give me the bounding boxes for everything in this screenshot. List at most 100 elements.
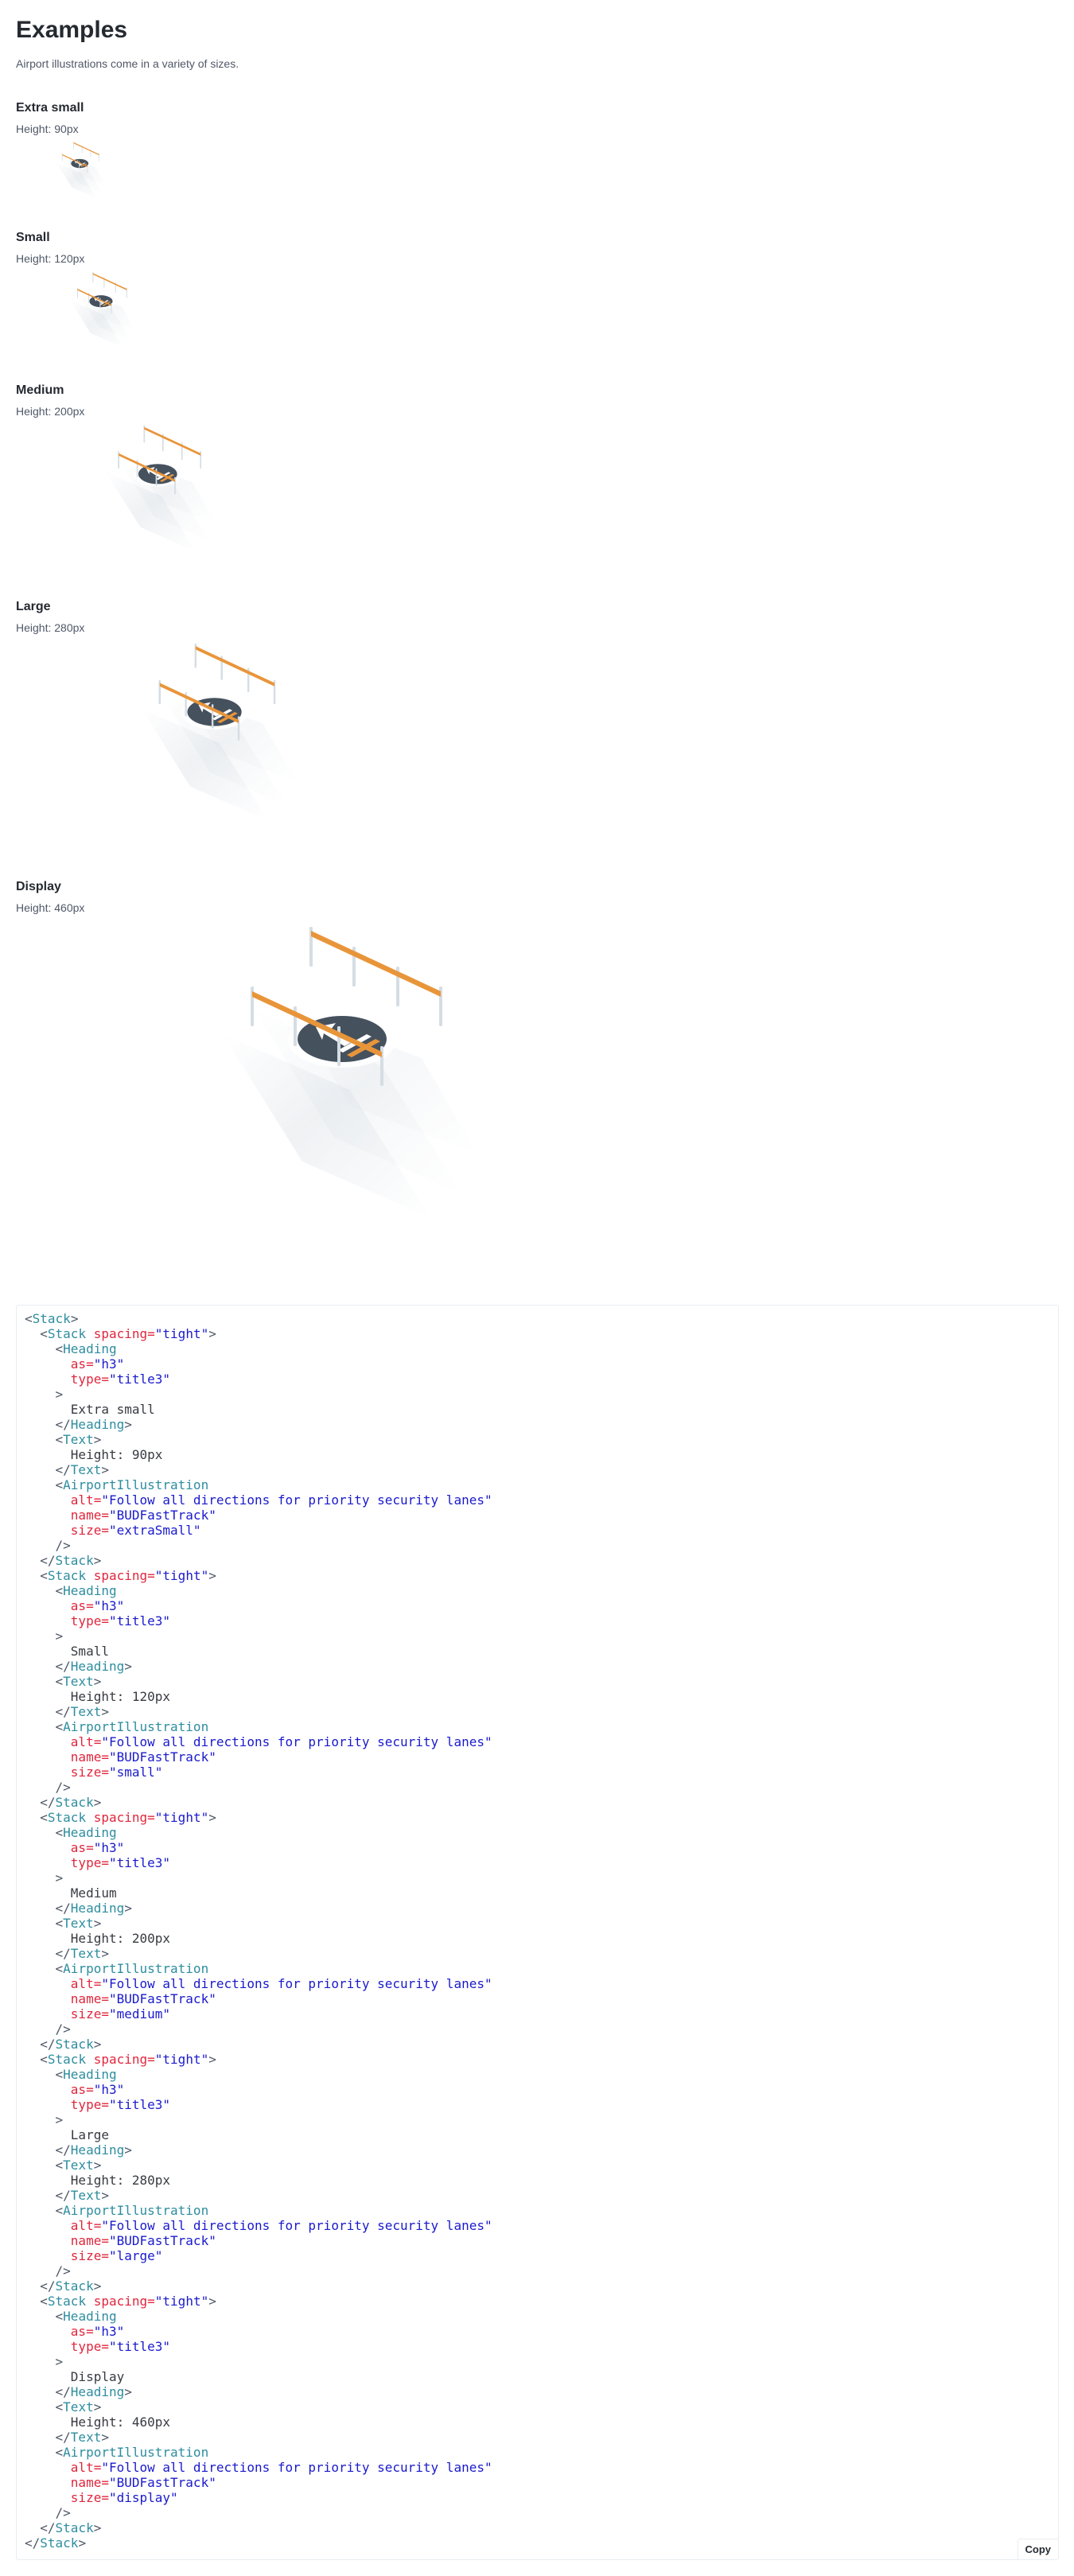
code-token-punc: </ <box>25 1417 71 1432</box>
code-token-punc: > <box>208 1568 216 1583</box>
code-line: <Heading <box>25 2067 117 2082</box>
code-line: as="h3" <box>25 2324 124 2339</box>
code-token-str: "Follow all directions for priority secu… <box>101 2460 492 2475</box>
code-token-attr: alt= <box>25 1492 102 1508</box>
code-token-punc: </ <box>25 2384 71 2399</box>
code-token-punc: > <box>101 1704 109 1719</box>
example-height-display: Height: 460px <box>16 901 85 914</box>
airport-illustration-extra-small <box>16 139 159 211</box>
code-token-tag: Stack <box>47 2052 87 2067</box>
code-token-text: Display <box>25 2369 125 2384</box>
code-token-punc: </ <box>25 1946 71 1961</box>
code-line: </Stack> <box>25 2535 86 2551</box>
code-token-tag: AirportIllustration <box>63 1961 209 1976</box>
code-token-tag: Heading <box>63 2067 117 2082</box>
code-token-tag: Text <box>70 1462 102 1477</box>
code-token-str: "title3" <box>108 1613 171 1628</box>
code-line: name="BUDFastTrack" <box>25 1749 216 1765</box>
code-line: Display <box>25 2369 124 2384</box>
page-title: Examples <box>16 17 128 43</box>
code-token-tag: Heading <box>70 1901 125 1916</box>
code-token-punc: > <box>93 2158 102 2173</box>
code-token-punc: < <box>25 1568 48 1583</box>
code-token-tag: Heading <box>63 1825 117 1840</box>
code-token-punc: < <box>25 2067 64 2082</box>
code-token-attr: size= <box>25 2248 109 2263</box>
code-line: name="BUDFastTrack" <box>25 2475 216 2490</box>
code-token-punc: </ <box>25 1462 71 1477</box>
code-line: <Stack spacing="tight"> <box>25 1568 216 1583</box>
code-line: <Heading <box>25 1825 117 1840</box>
code-token-str: "extraSmall" <box>108 1523 201 1538</box>
code-token-str: "BUDFastTrack" <box>108 1991 216 2006</box>
example-title-display: Display <box>16 880 61 893</box>
code-line: </Stack> <box>25 1553 101 1568</box>
code-token-tag: Heading <box>70 2142 125 2158</box>
code-token-tag: Stack <box>55 2278 94 2294</box>
example-title-medium: Medium <box>16 383 64 397</box>
code-token-punc: < <box>25 1810 48 1825</box>
code-token-punc: > <box>208 2294 216 2309</box>
code-line: </Heading> <box>25 2384 132 2399</box>
code-token-punc: </ <box>25 2430 71 2445</box>
code-line: </Text> <box>25 1704 109 1719</box>
code-token-tag: AirportIllustration <box>63 1477 209 1492</box>
code-token-punc: > <box>93 2278 102 2294</box>
code-token-punc: > <box>93 2037 102 2052</box>
code-token-punc: > <box>70 1311 79 1326</box>
code-token-str: "h3" <box>93 2082 125 2097</box>
code-token-str: "tight" <box>154 1326 209 1341</box>
code-line: Height: 460px <box>25 2415 170 2430</box>
code-block: <Stack> <Stack spacing="tight"> <Heading… <box>17 1306 1058 2551</box>
code-token-punc: > <box>93 1432 102 1447</box>
copy-button[interactable]: Copy <box>1017 2539 1058 2559</box>
code-token-tag: Stack <box>55 2520 94 2535</box>
code-token-punc: /> <box>25 1780 71 1795</box>
code-token-tag: Stack <box>55 2037 94 2052</box>
code-token-punc: > <box>124 1659 132 1674</box>
code-line: /> <box>25 2263 71 2278</box>
code-token-punc: < <box>25 2158 64 2173</box>
code-line: alt="Follow all directions for priority … <box>25 2218 492 2233</box>
code-line: </Heading> <box>25 1901 132 1916</box>
page-description: Airport illustrations come in a variety … <box>16 57 239 70</box>
code-token-punc: > <box>78 2535 87 2551</box>
code-token-attr: alt= <box>25 1976 102 1991</box>
code-token-text: Height: 120px <box>25 1689 171 1704</box>
code-token-attr: as= <box>25 2324 94 2339</box>
code-token-attr: name= <box>25 2233 109 2248</box>
code-token-tag: Stack <box>47 1326 87 1341</box>
code-sample: <Stack> <Stack spacing="tight"> <Heading… <box>16 1305 1059 2560</box>
airport-illustration-large <box>16 636 461 859</box>
code-line: Medium <box>25 1885 117 1901</box>
code-line: </Text> <box>25 2188 109 2203</box>
code-token-tag: AirportIllustration <box>63 2203 209 2218</box>
code-line: /> <box>25 1538 71 1553</box>
code-line: as="h3" <box>25 1840 124 1855</box>
code-token-punc: > <box>93 1553 102 1568</box>
code-token-attr: spacing= <box>86 1810 155 1825</box>
code-line: </Text> <box>25 2430 109 2445</box>
code-token-attr: spacing= <box>86 1568 155 1583</box>
code-line: <AirportIllustration <box>25 1477 209 1492</box>
code-token-punc: /> <box>25 2263 71 2278</box>
code-token-str: "h3" <box>93 2324 125 2339</box>
code-token-attr: as= <box>25 1840 94 1855</box>
code-line: size="extraSmall" <box>25 1523 201 1538</box>
code-token-str: "Follow all directions for priority secu… <box>101 1734 492 1749</box>
code-token-punc: </ <box>25 1901 71 1916</box>
code-token-punc: < <box>25 1719 64 1734</box>
code-token-str: "BUDFastTrack" <box>108 1749 216 1765</box>
code-token-punc: < <box>25 1674 64 1689</box>
code-token-text: Height: 90px <box>25 1447 163 1462</box>
code-token-str: "Follow all directions for priority secu… <box>101 2218 492 2233</box>
code-line: </Heading> <box>25 2142 132 2158</box>
code-token-punc: < <box>25 2399 64 2415</box>
code-line: <AirportIllustration <box>25 1961 209 1976</box>
example-height-medium: Height: 200px <box>16 405 85 418</box>
code-line: alt="Follow all directions for priority … <box>25 2460 492 2475</box>
code-token-tag: Heading <box>63 1583 117 1598</box>
code-token-punc: > <box>124 1901 132 1916</box>
code-token-punc: > <box>208 1326 216 1341</box>
code-token-punc: > <box>101 1462 109 1477</box>
